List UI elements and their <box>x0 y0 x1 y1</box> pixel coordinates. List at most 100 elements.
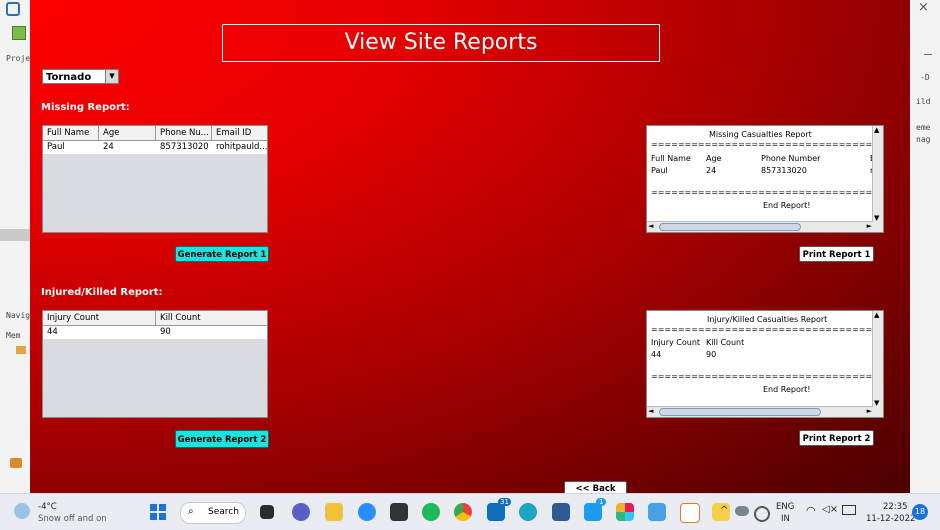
sticky-notes-icon[interactable] <box>390 503 408 521</box>
scroll-down-icon[interactable]: ▼ <box>874 214 879 222</box>
injured-table[interactable]: Injury Count Kill Count 44 90 <box>42 310 268 418</box>
weather-desc[interactable]: Snow off and on <box>38 514 107 524</box>
file-explorer-icon[interactable] <box>325 503 343 521</box>
chevron-up-icon[interactable]: ^ <box>720 505 728 516</box>
chevron-down-icon[interactable]: ▼ <box>105 70 118 83</box>
ide-code-snippet-3: eme <box>916 123 931 132</box>
notepad-icon[interactable] <box>648 503 666 521</box>
scroll-left-icon[interactable]: ◄ <box>648 222 653 230</box>
missing-report-phone: 857313020 <box>761 166 807 175</box>
ide-palette-icon[interactable] <box>10 458 22 468</box>
generate-report-1-button[interactable]: Generate Report 1 <box>175 246 269 262</box>
column-header-age[interactable]: Age <box>99 126 156 140</box>
taskbar: -4°C Snow off and on ⌕ Search 31 1 ^ ENG… <box>0 493 940 530</box>
zoom-icon[interactable] <box>358 503 376 521</box>
scroll-thumb[interactable] <box>659 223 801 231</box>
missing-report-end: End Report! <box>763 201 811 210</box>
scroll-up-icon[interactable]: ▲ <box>874 126 879 134</box>
missing-report-age: 24 <box>706 166 717 175</box>
ide-selected-row <box>0 229 30 241</box>
chrome-icon[interactable] <box>454 503 472 521</box>
battery-icon[interactable] <box>842 505 856 515</box>
missing-report-textarea[interactable]: Missing Casualties Report ==============… <box>646 125 884 233</box>
print-report-1-button[interactable]: Print Report 1 <box>799 246 874 262</box>
injured-report-textarea[interactable]: Injury/Killed Casualties Report ========… <box>646 310 884 418</box>
search-box[interactable]: ⌕ Search <box>180 502 246 524</box>
view-site-reports-window: View Site Reports Tornado ▼ Missing Repo… <box>30 0 910 496</box>
ide-logo-icon <box>6 2 20 16</box>
volume-icon[interactable]: ◁× <box>822 504 838 515</box>
close-icon[interactable]: × <box>918 0 929 15</box>
cell-age: 24 <box>103 142 114 152</box>
java-icon[interactable] <box>680 503 700 523</box>
scroll-down-icon[interactable]: ▼ <box>874 399 879 407</box>
missing-report-header-name: Full Name <box>651 154 691 163</box>
column-header-phone[interactable]: Phone Nu... <box>156 126 212 140</box>
injured-report-injury: 44 <box>651 350 662 359</box>
column-header-full-name[interactable]: Full Name <box>43 126 99 140</box>
weather-icon[interactable] <box>14 503 30 519</box>
column-header-kill-count[interactable]: Kill Count <box>156 311 267 325</box>
injured-report-header-kill: Kill Count <box>706 338 745 347</box>
missing-report-header-age: Age <box>706 154 722 163</box>
scroll-thumb[interactable] <box>659 408 821 416</box>
scroll-right-icon[interactable]: ► <box>867 222 872 230</box>
injured-report-header-injury: Injury Count <box>651 338 701 347</box>
ide-new-file-icon[interactable] <box>12 26 26 40</box>
page-title: View Site Reports <box>222 24 660 62</box>
start-icon[interactable] <box>150 504 166 520</box>
vertical-scrollbar[interactable]: ▲ ▼ <box>872 311 883 417</box>
injured-report-title: Injury/Killed Casualties Report <box>707 315 828 324</box>
language-top[interactable]: ENG <box>776 502 794 512</box>
search-icon: ⌕ <box>188 506 194 517</box>
spotify-icon[interactable] <box>422 503 440 521</box>
cell-full-name: Paul <box>47 142 65 152</box>
cell-phone: 857313020 <box>160 142 209 152</box>
onedrive-icon[interactable] <box>735 506 749 516</box>
missing-report-name: Paul <box>651 166 668 175</box>
ide-tab-members[interactable]: Mem <box>6 331 20 340</box>
column-header-injury-count[interactable]: Injury Count <box>43 311 156 325</box>
clock-time[interactable]: 22:35 <box>883 502 908 512</box>
scroll-right-icon[interactable]: ► <box>867 407 872 415</box>
edge-icon[interactable] <box>519 503 537 521</box>
ide-code-snippet-2: ild <box>916 97 931 106</box>
slack-icon[interactable] <box>616 503 634 521</box>
language-bottom[interactable]: IN <box>781 514 790 524</box>
horizontal-scrollbar[interactable]: ◄ ► <box>647 221 873 232</box>
horizontal-scrollbar[interactable]: ◄ ► <box>647 406 873 417</box>
vscode-icon[interactable] <box>552 503 570 521</box>
table-row[interactable]: Paul 24 857313020 rohitpauld... <box>43 141 267 154</box>
table-row[interactable]: 44 90 <box>43 326 267 339</box>
injured-report-label: Injured/Killed Report: <box>41 287 163 298</box>
missing-table-header: Full Name Age Phone Nu... Email ID <box>43 126 267 141</box>
weather-temp[interactable]: -4°C <box>38 502 57 512</box>
ide-tab-navigator[interactable]: Navig <box>6 311 30 320</box>
print-report-2-button[interactable]: Print Report 2 <box>799 430 874 446</box>
search-label: Search <box>208 507 239 517</box>
vertical-scrollbar[interactable]: ▲ ▼ <box>872 126 883 232</box>
wifi-icon[interactable]: ◠ <box>806 504 816 517</box>
disaster-select-value: Tornado <box>46 72 92 83</box>
notification-badge[interactable]: 18 <box>912 504 928 520</box>
missing-report-separator-top: ========================================… <box>651 140 873 149</box>
missing-report-header-phone: Phone Number <box>761 154 821 163</box>
scroll-up-icon[interactable]: ▲ <box>874 311 879 319</box>
teams-icon[interactable] <box>292 503 310 521</box>
mail-badge: 31 <box>498 498 511 506</box>
injured-table-header: Injury Count Kill Count <box>43 311 267 326</box>
ide-code-snippet-1: -D <box>920 73 930 82</box>
ide-left-panel: Projec Navig Mem <box>0 0 35 493</box>
scroll-left-icon[interactable]: ◄ <box>648 407 653 415</box>
missing-report-separator-bottom: ========================================… <box>651 188 873 197</box>
clock-date[interactable]: 11-12-2022 <box>866 514 915 524</box>
sync-icon[interactable] <box>754 506 770 522</box>
cell-injury-count: 44 <box>47 327 58 337</box>
generate-report-2-button[interactable]: Generate Report 2 <box>175 430 269 448</box>
minimize-icon[interactable] <box>924 54 932 55</box>
ide-code-snippet-4: nag <box>916 135 931 144</box>
task-view-icon[interactable] <box>260 505 274 519</box>
disaster-select[interactable]: Tornado ▼ <box>42 69 119 84</box>
column-header-email[interactable]: Email ID <box>212 126 267 140</box>
missing-table[interactable]: Full Name Age Phone Nu... Email ID Paul … <box>42 125 268 233</box>
